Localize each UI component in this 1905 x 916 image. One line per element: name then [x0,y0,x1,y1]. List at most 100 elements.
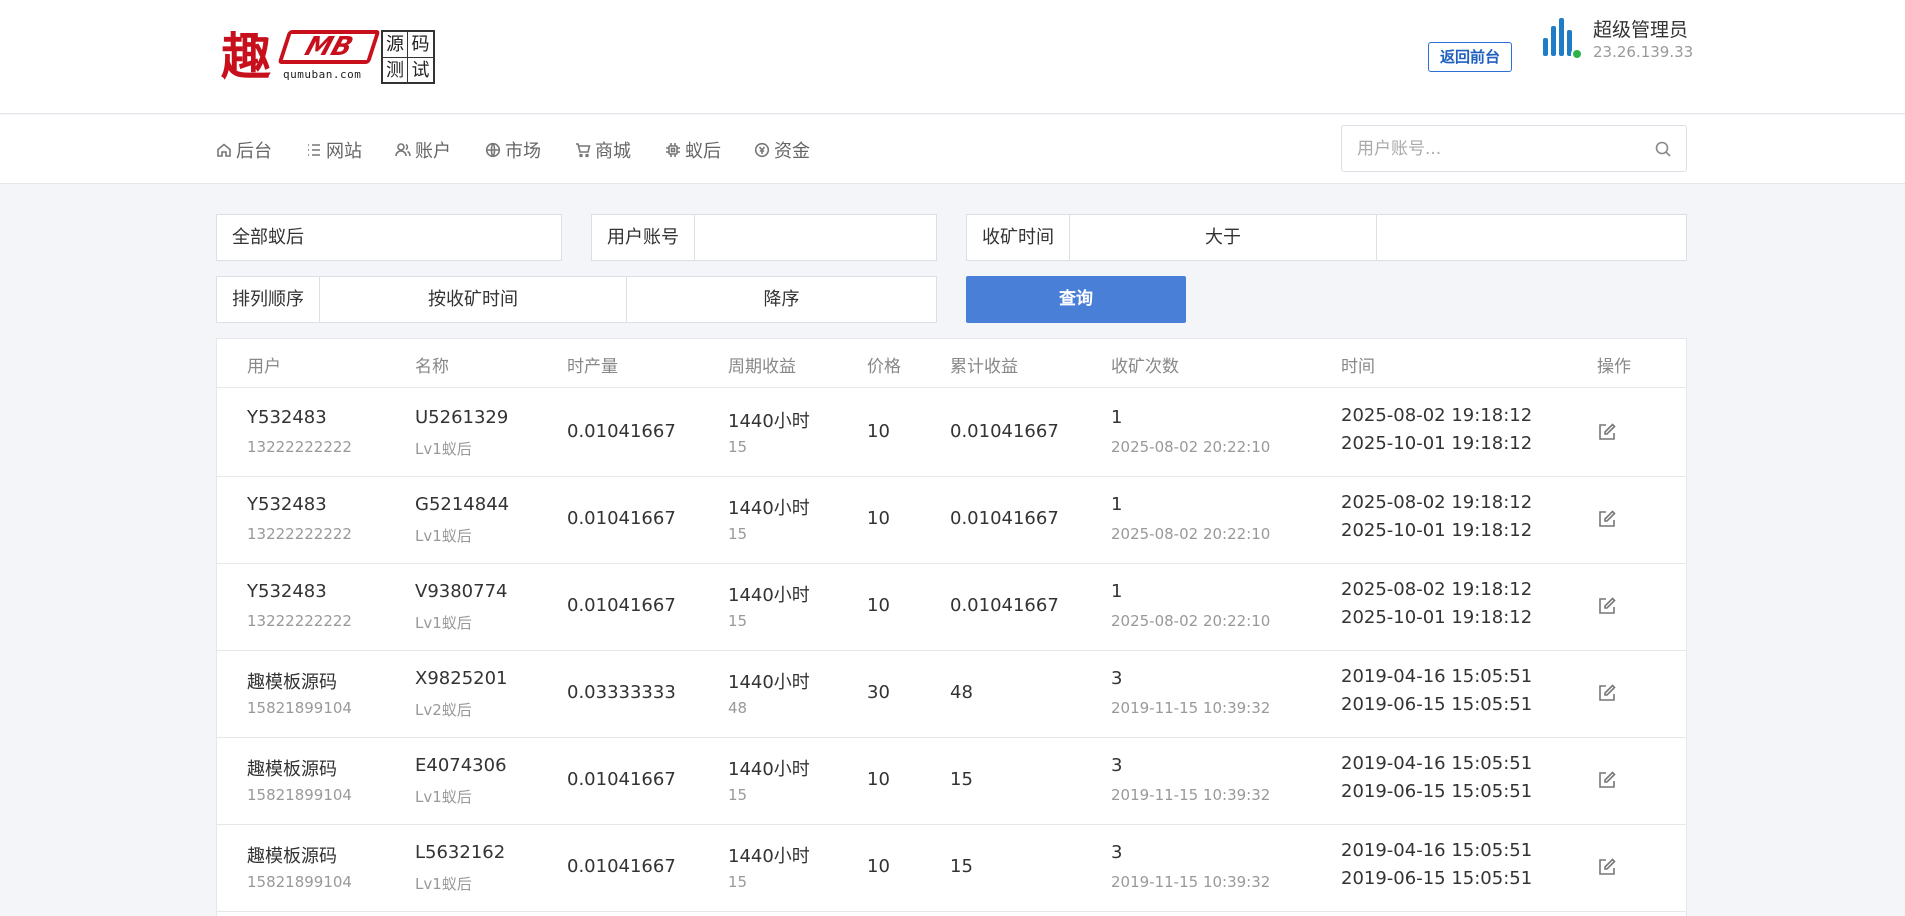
cell-count-time: 2025-08-02 20:22:10 [1111,438,1271,456]
cell-price: 10 [867,421,890,442]
cell-count: 1 [1111,494,1123,515]
cell-cycle-sub: 15 [728,438,748,456]
logo-char: 趣 [221,27,271,86]
cell-count-time: 2019-11-15 10:39:32 [1111,786,1271,804]
cell-count-time: 2025-08-02 20:22:10 [1111,612,1271,630]
table-row: Y532483 13222222222 U5261329 Lv1蚁后 0.0104166… [217,389,1686,477]
harvest-time-filter: 收矿时间 大于 [966,214,1687,261]
account-filter-label: 用户账号 [592,215,695,260]
cell-rate: 0.01041667 [567,856,676,877]
logo-grid: 源 码 测 试 [381,30,435,84]
user-icon [395,143,411,157]
cell-rate: 0.01041667 [567,508,676,529]
list-icon [308,144,320,156]
cell-name: L5632162 [415,842,506,863]
nav-item-market[interactable]: 市场 [485,137,541,163]
cell-t1: 2025-08-02 19:18:12 [1341,405,1533,426]
cell-t2: 2019-06-15 15:05:51 [1341,781,1533,802]
edit-icon[interactable] [1597,857,1617,877]
cell-name: V9380774 [415,581,508,602]
edit-icon[interactable] [1597,770,1617,790]
cell-level: Lv1蚁后 [415,875,472,893]
sort-label: 排列顺序 [217,277,320,322]
queen-type-value: 全部蚁后 [232,227,304,248]
cell-phone: 13222222222 [247,525,352,543]
cell-t1: 2025-08-02 19:18:12 [1341,579,1533,600]
cell-t2: 2025-10-01 19:18:12 [1341,433,1533,454]
table-header: 用户 名称 时产量 周期收益 价格 累计收益 收矿次数 时间 操作 [217,339,1686,388]
query-button[interactable]: 查询 [966,276,1186,323]
nav-item-queen[interactable]: 蚁后 [665,137,721,163]
cell-total: 0.01041667 [950,421,1059,442]
cell-total: 15 [950,769,973,790]
edit-icon[interactable] [1597,422,1617,442]
nav-item-dashboard[interactable]: 后台 [216,137,272,163]
cell-t2: 2019-06-15 15:05:51 [1341,868,1533,889]
col-time: 时间 [1341,357,1375,377]
cell-cycle: 1440小时 [728,672,810,693]
sort-filter: 排列顺序 按收矿时间 降序 [216,276,937,323]
cell-total: 48 [950,682,973,703]
harvest-time-label: 收矿时间 [967,215,1070,260]
account-filter: 用户账号 [591,214,937,261]
cell-count: 3 [1111,755,1123,776]
account-filter-input[interactable] [695,215,936,260]
cell-total: 15 [950,856,973,877]
queen-table: 用户 名称 时产量 周期收益 价格 累计收益 收矿次数 时间 操作 Y53248… [216,338,1687,916]
cell-t2: 2025-10-01 19:18:12 [1341,607,1533,628]
cart-icon [576,143,591,158]
cell-cycle-sub: 15 [728,525,748,543]
queen-type-select[interactable]: 全部蚁后 [216,214,562,261]
cell-level: Lv1蚁后 [415,440,472,458]
site-logo[interactable]: 趣 MB qumuban.com 源 码 测 试 [221,28,441,86]
sort-direction-select[interactable]: 降序 [627,277,936,322]
cell-count-time: 2025-08-02 20:22:10 [1111,525,1271,543]
col-harvest-count: 收矿次数 [1111,357,1179,377]
logo-domain: qumuban.com [283,68,362,81]
harvest-time-input[interactable] [1377,215,1686,260]
edit-icon[interactable] [1597,683,1617,703]
cell-cycle: 1440小时 [728,759,810,780]
cell-rate: 0.03333333 [567,682,676,703]
nav-item-shop[interactable]: 商城 [575,137,631,163]
search-icon[interactable] [1654,140,1672,158]
cell-cycle: 1440小时 [728,585,810,606]
cell-rate: 0.01041667 [567,421,676,442]
user-search[interactable] [1341,125,1687,172]
cell-name: E4074306 [415,755,507,776]
cell-cycle-sub: 48 [728,699,748,717]
table-row: 趣模板源码 15821899104 E4074306 Lv1蚁后 0.01041667 1… [217,737,1686,825]
cell-price: 30 [867,682,890,703]
table-row: 趣模板源码 15821899104 L5632162 Lv1蚁后 0.01041667 1… [217,824,1686,912]
cell-user: Y532483 [247,494,327,515]
col-hourly-output: 时产量 [567,357,618,377]
chip-icon [666,143,680,157]
sort-by-select[interactable]: 按收矿时间 [320,277,627,322]
cell-count: 3 [1111,842,1123,863]
cell-t2: 2019-06-15 15:05:51 [1341,694,1533,715]
cell-user: 趣模板源码 [247,846,337,867]
admin-avatar[interactable] [1543,18,1585,62]
cell-total: 0.01041667 [950,595,1059,616]
harvest-operator-select[interactable]: 大于 [1070,215,1377,260]
edit-icon[interactable] [1597,509,1617,529]
cell-total: 0.01041667 [950,508,1059,529]
cell-t2: 2025-10-01 19:18:12 [1341,520,1533,541]
cell-price: 10 [867,508,890,529]
coin-icon [754,142,770,158]
table-row: Y532483 13222222222 V9380774 Lv1蚁后 0.0104166… [217,563,1686,651]
cell-cycle-sub: 15 [728,786,748,804]
admin-ip: 23.26.139.33 [1593,43,1694,61]
cell-phone: 15821899104 [247,786,352,804]
col-actions: 操作 [1597,357,1631,377]
back-to-frontend-button[interactable]: 返回前台 [1428,42,1512,72]
cell-level: Lv1蚁后 [415,527,472,545]
edit-icon[interactable] [1597,596,1617,616]
user-search-input[interactable] [1342,126,1642,171]
cell-cycle: 1440小时 [728,498,810,519]
cell-price: 10 [867,856,890,877]
admin-name: 超级管理员 [1593,19,1689,41]
nav-item-account[interactable]: 账户 [395,137,451,163]
nav-item-funds[interactable]: 资金 [754,137,810,163]
nav-item-website[interactable]: 网站 [306,137,362,163]
